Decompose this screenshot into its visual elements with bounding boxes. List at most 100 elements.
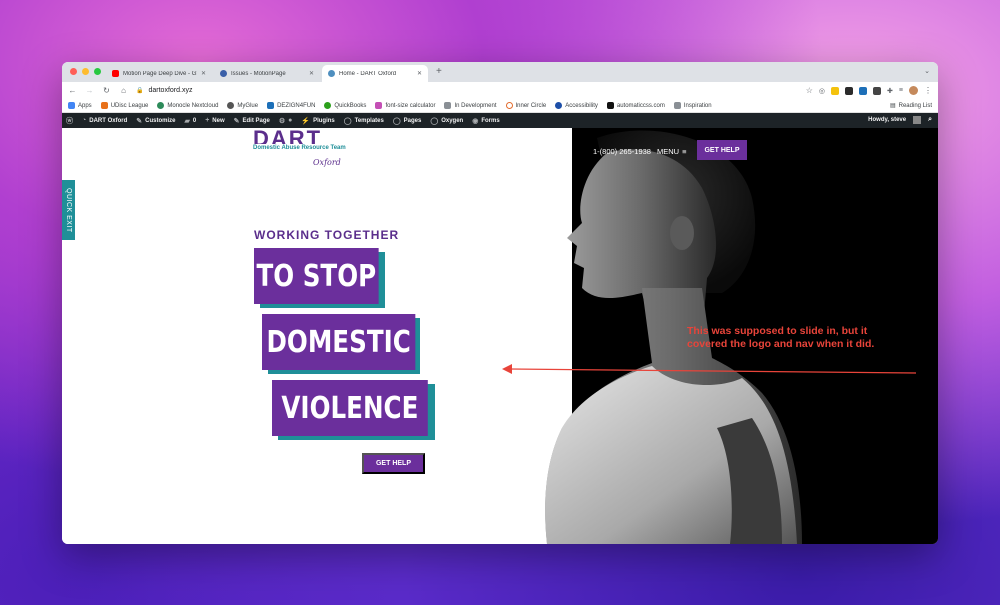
quick-exit-button[interactable]: QUICK EXIT [62,180,75,240]
wp-plugin-icons[interactable]: ⚙ ● [279,117,293,125]
bookmark-item[interactable]: Inner Circle [505,102,546,109]
headline-line-1: TO STOP [254,248,385,308]
bookmark-item[interactable]: Inspiration [673,102,712,109]
phone-link[interactable]: 1-(800) 265-1938 [593,147,651,156]
bookmark-label: automaticcss.com [616,102,665,109]
circle-icon [505,102,513,109]
dashboard-icon: ◔ [82,117,87,124]
home-icon[interactable]: ⌂ [119,86,128,95]
nextcloud-icon [157,102,165,109]
tab-label: Issues - MotionPage [231,70,286,77]
wp-customize[interactable]: ✎ Customize [136,117,175,125]
search-icon[interactable]: ⌕ [928,116,932,124]
media-icon[interactable]: ≡ [899,87,903,94]
url-text: dartoxford.xyz [148,87,193,94]
close-icon[interactable]: ✕ [201,70,206,77]
back-arrow-icon[interactable]: ← [68,86,77,95]
bookmark-item[interactable]: UDisc League [100,102,149,109]
hero-get-help-button[interactable]: GET HELP [362,453,425,474]
star-icon[interactable]: ☆ [806,86,813,95]
wp-comments[interactable]: ▰ 0 [184,117,196,125]
bookmark-item[interactable]: Monocle Nextcloud [157,102,218,109]
headline-line-3: VIOLENCE [272,380,435,440]
oxygen-icon: ◯ [430,117,439,125]
chevron-down-icon[interactable]: ⌄ [924,67,930,75]
bookmark-item[interactable]: font-size calculator [375,102,435,109]
reading-list-label: Reading List [898,102,932,109]
extension-icon[interactable] [873,86,882,95]
kebab-menu-icon[interactable]: ⋮ [924,86,932,95]
logo-wordmark: DART [253,130,323,144]
bookmark-item[interactable]: Apps [68,102,92,109]
oxygen-icon: ◯ [343,117,352,125]
bookmark-item[interactable]: Accessibility [555,102,598,109]
reload-icon[interactable]: ↻ [102,86,111,95]
bookmark-item[interactable]: MyGlue [227,102,258,109]
nav-get-help-button[interactable]: GET HELP [697,140,747,160]
wp-new[interactable]: + New [205,117,224,124]
reading-list[interactable]: ▤ Reading List [890,102,932,110]
bookmark-label: QuickBooks [334,102,367,109]
folder-icon [444,102,452,109]
plug-icon: ⚡ [301,117,311,125]
camera-icon[interactable]: ◎ [819,87,825,95]
wp-templates[interactable]: ◯ Templates [344,117,384,125]
wp-site-label: DART Oxford [89,117,128,124]
address-bar[interactable]: 🔒 dartoxford.xyz [136,84,798,97]
bookmark-label: UDisc League [110,102,149,109]
status-dot-icon: ● [288,117,293,124]
minimize-window-button[interactable] [82,68,89,75]
bookmark-item[interactable]: automaticcss.com [606,102,665,109]
puzzle-icon[interactable]: ✚ [887,87,893,95]
bookmark-label: MyGlue [237,102,259,109]
annotation-note: This was supposed to slide in, but it co… [687,325,875,350]
avatar [913,116,922,124]
headline-line-2: DOMESTIC [262,314,422,374]
tab-strip: Motion Page Deep Dive - GSAP ✕ Issues - … [62,62,938,82]
bookmark-item[interactable]: DEZIGN4FUN [267,102,315,109]
wp-forms[interactable]: ◉ Forms [472,117,499,125]
wp-account[interactable]: Howdy, steve ⌕ [868,116,932,124]
tab-home-dart[interactable]: Home - DART Oxford ✕ [322,65,428,82]
bookmark-label: Inspiration [683,102,712,109]
accessibility-icon [555,102,563,109]
wp-plugins[interactable]: ⚡ Plugins [301,117,334,125]
extension-icon[interactable] [859,86,868,95]
bookmark-label: Monocle Nextcloud [167,102,219,109]
wp-oxygen[interactable]: ◯ Oxygen [430,117,463,125]
close-icon[interactable]: ✕ [417,70,422,77]
wp-forms-label: Forms [481,117,500,124]
close-window-button[interactable] [70,68,77,75]
hamburger-icon: ≡ [682,147,687,156]
wp-comments-count: 0 [192,117,197,124]
oxygen-icon: ◯ [392,117,401,125]
lock-icon: 🔒 [136,88,144,94]
close-icon[interactable]: ✕ [309,70,314,77]
headline-text: TO STOP [254,248,379,304]
new-tab-button[interactable]: + [436,66,442,77]
forward-arrow-icon[interactable]: → [85,86,94,95]
extension-icon[interactable] [845,86,854,95]
tab-motion-page[interactable]: Motion Page Deep Dive - GSAP ✕ [106,65,212,82]
bookmark-item[interactable]: QuickBooks [324,102,366,109]
wordpress-logo[interactable]: ⓦ [66,116,73,126]
hero-eyebrow: WORKING TOGETHER [254,228,400,242]
logo-script: Oxford [313,158,341,167]
dart-logo[interactable]: DART Domestic Abuse Resource Team Oxford [253,130,353,170]
tab-issues[interactable]: Issues - MotionPage ✕ [214,65,320,82]
maximize-window-button[interactable] [94,68,101,75]
menu-button[interactable]: MENU ≡ [657,147,686,156]
wp-templates-label: Templates [354,117,384,124]
wp-site-name[interactable]: ◔ DART Oxford [82,117,127,124]
wordpress-icon [328,70,335,77]
pencil-icon: ✎ [233,117,240,125]
howdy-label: Howdy, steve [868,117,907,123]
wp-edit-page[interactable]: ✎ Edit Page [234,117,270,125]
extension-icons: ☆ ◎ ✚ ≡ ⋮ [806,86,932,95]
avatar[interactable] [909,86,918,95]
extension-icon[interactable] [831,86,840,95]
bookmark-item[interactable]: In Development [444,102,497,109]
window-controls [70,68,101,75]
bookmark-label: DEZIGN4FUN [277,102,316,109]
wp-pages[interactable]: ◯ Pages [393,117,422,125]
